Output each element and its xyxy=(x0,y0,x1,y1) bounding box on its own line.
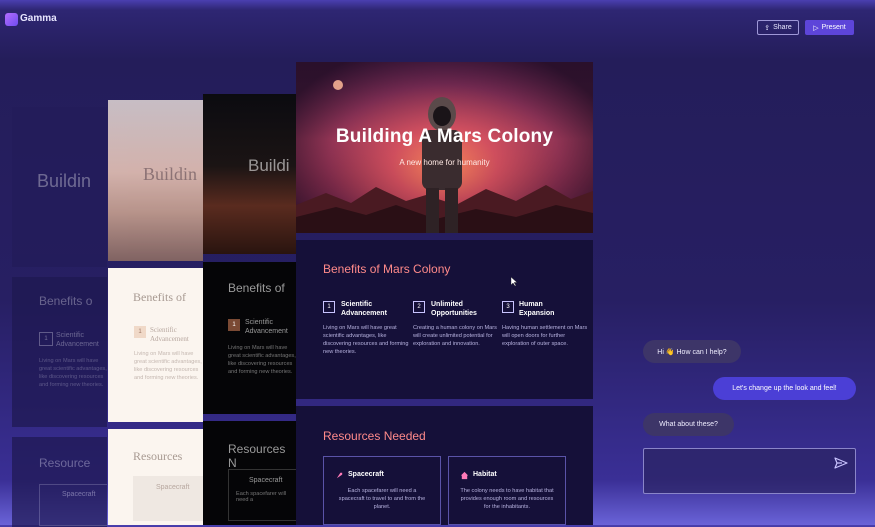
ghost-resource-box xyxy=(133,476,203,521)
play-icon: ▷ xyxy=(813,24,819,32)
theme-preview-2-resources[interactable]: Resources Spacecraft xyxy=(108,429,203,525)
ghost-heading: Benefits o xyxy=(39,294,93,308)
resource-body: Each spacefarer will need a spacecraft t… xyxy=(338,488,426,510)
benefit-title-line1: Scientific xyxy=(341,301,373,308)
chat-message-text: Hi 👋 How can I help? xyxy=(657,348,727,356)
hero-slide[interactable]: Building A Mars Colony A new home for hu… xyxy=(296,62,593,233)
ghost-title: Buildin xyxy=(37,171,92,191)
ghost-num: 1 xyxy=(39,332,53,346)
benefit-number: 3 xyxy=(502,301,514,313)
ghost-benefit-title2: Advancement xyxy=(56,341,99,348)
chat-input[interactable] xyxy=(643,448,856,494)
ghost-num: 1 xyxy=(134,326,146,338)
resource-title: Spacecraft xyxy=(348,471,384,478)
present-label: Present xyxy=(821,24,846,31)
app-name: Gamma xyxy=(20,13,57,24)
house-icon xyxy=(460,471,469,480)
ghost-heading: Resource xyxy=(39,456,91,470)
ghost-benefit-title2: Advancement xyxy=(245,328,288,335)
resource-card-spacecraft[interactable]: Spacecraft Each spacefarer will need a s… xyxy=(323,456,441,525)
resources-heading: Resources Needed xyxy=(323,429,426,443)
benefit-title-line1: Unlimited xyxy=(431,301,463,308)
ghost-benefit-title1: Scientific xyxy=(56,332,85,339)
hero-title: Building A Mars Colony xyxy=(335,126,554,147)
chat-message-user: Let's change up the look and feel! xyxy=(713,377,856,400)
resource-title: Habitat xyxy=(473,471,497,478)
benefit-title-line2: Opportunities xyxy=(431,310,477,317)
share-label: Share xyxy=(773,24,792,31)
resource-card-habitat[interactable]: Habitat The colony needs to have habitat… xyxy=(448,456,566,525)
mouse-cursor-icon xyxy=(511,277,517,286)
chat-message-text: What about these? xyxy=(659,421,718,428)
benefit-title-line1: Human xyxy=(519,301,543,308)
theme-preview-1-hero[interactable]: Buildin xyxy=(12,107,107,267)
benefit-body: Creating a human colony on Mars will cre… xyxy=(413,325,497,347)
ghost-benefit-body: Living on Mars will have great scientifi… xyxy=(134,351,202,381)
ghost-heading: Resources xyxy=(133,449,183,463)
ghost-num: 1 xyxy=(228,319,240,331)
hero-subtitle: A new home for humanity xyxy=(399,158,490,167)
benefits-heading: Benefits of Mars Colony xyxy=(323,262,451,276)
ghost-benefit-title1: Scientific xyxy=(150,326,177,334)
chat-message-assistant: Hi 👋 How can I help? xyxy=(643,340,741,363)
ghost-benefit-title1: Scientific xyxy=(245,319,274,326)
chat-message-text: Let's change up the look and feel! xyxy=(732,385,837,392)
ghost-heading: Benefits of xyxy=(133,290,186,304)
theme-preview-2-hero[interactable]: Buildin xyxy=(108,100,203,261)
chat-message-assistant: What about these? xyxy=(643,413,734,436)
benefit-body: Having human settlement on Mars will ope… xyxy=(502,325,588,347)
theme-preview-1-benefits[interactable]: Benefits o 1 Scientific Advancement Livi… xyxy=(12,277,107,427)
rocket-icon xyxy=(336,472,343,479)
ghost-resource-title: Spacecraft xyxy=(156,484,190,491)
benefit-title-line2: Advancement xyxy=(341,310,387,317)
share-icon: ⇪ xyxy=(764,24,771,32)
resource-body: The colony needs to have habitat that pr… xyxy=(460,488,554,510)
ghost-title: Buildin xyxy=(143,164,198,184)
ghost-benefit-title2: Advancement xyxy=(150,335,189,343)
ghost-resource-title: Spacecraft xyxy=(249,477,283,484)
theme-preview-3-resources[interactable]: Resources N Spacecraft Each spacefarer w… xyxy=(203,421,296,525)
benefit-title-line2: Expansion xyxy=(519,310,555,317)
ghost-resource-title: Spacecraft xyxy=(62,491,96,498)
send-icon[interactable] xyxy=(834,457,848,469)
benefits-slide[interactable]: Benefits of Mars Colony 1 Scientific Adv… xyxy=(296,240,593,399)
ghost-heading: Resources N xyxy=(228,442,286,470)
theme-preview-2-benefits[interactable]: Benefits of 1 Scientific Advancement Liv… xyxy=(108,268,203,422)
resources-slide[interactable]: Resources Needed Spacecraft Each spacefa… xyxy=(296,406,593,525)
benefit-number: 1 xyxy=(323,301,335,313)
ghost-title: Buildi xyxy=(248,156,290,175)
ghost-benefit-body: Living on Mars will have great scientifi… xyxy=(228,345,296,375)
theme-preview-1-resources[interactable]: Resource Spacecraft xyxy=(12,437,107,527)
theme-preview-3-benefits[interactable]: Benefits of 1 Scientific Advancement Liv… xyxy=(203,262,296,414)
theme-preview-3-hero[interactable]: Buildi xyxy=(203,94,296,254)
planet-icon xyxy=(333,80,343,90)
present-button[interactable]: ▷ Present xyxy=(805,20,854,35)
benefit-number: 2 xyxy=(413,301,425,313)
ghost-heading: Benefits of xyxy=(228,281,285,295)
top-bar xyxy=(0,8,875,44)
ghost-benefit-body: Living on Mars will have great scientifi… xyxy=(39,358,107,388)
ghost-resource-body: Each spacefarer will need a xyxy=(236,491,287,503)
benefit-body: Living on Mars will have great scientifi… xyxy=(323,325,409,355)
gamma-logo-icon xyxy=(5,13,18,26)
share-button[interactable]: ⇪ Share xyxy=(757,20,799,35)
